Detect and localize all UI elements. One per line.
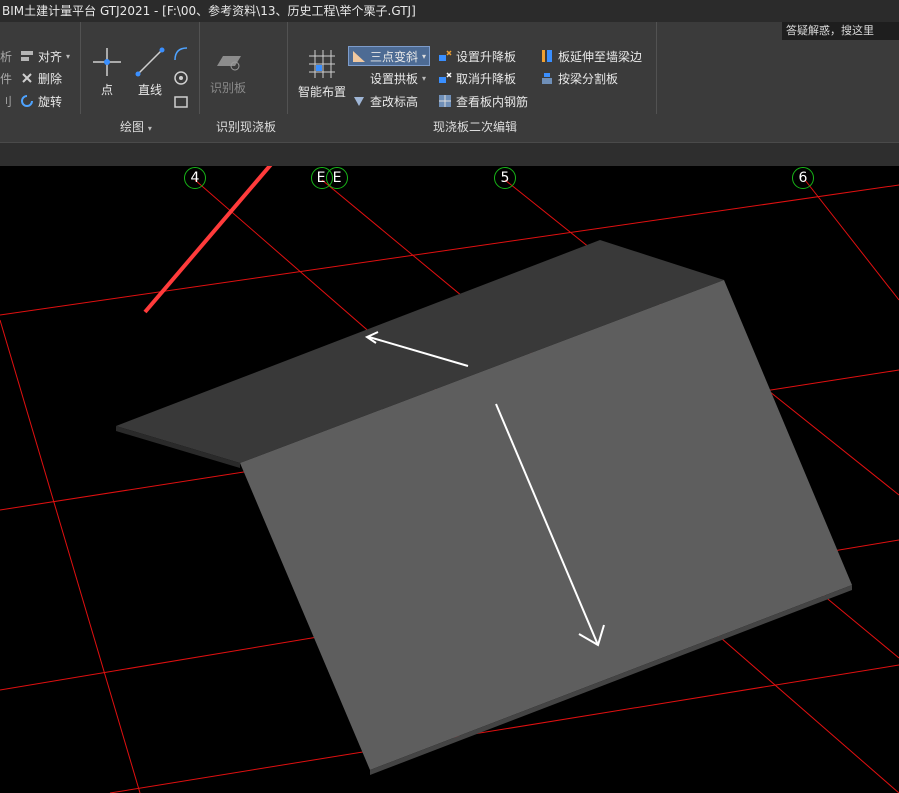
rectangle-icon bbox=[174, 96, 188, 108]
chevron-down-icon: ▾ bbox=[147, 124, 152, 133]
circle-button[interactable] bbox=[173, 70, 189, 90]
smart-layout-label: 智能布置 bbox=[297, 85, 346, 99]
line-label: 直线 bbox=[137, 83, 162, 97]
delete-icon bbox=[20, 71, 34, 85]
cancel-raise-lower-icon bbox=[438, 71, 452, 85]
split-by-beam-icon bbox=[540, 71, 554, 85]
window-title: BIM土建计量平台 GTJ2021 - [F:\00、参考资料\13、历史工程\… bbox=[2, 4, 416, 18]
circle-icon bbox=[174, 71, 188, 85]
extend-slab-button[interactable]: 板延伸至墙梁边 bbox=[540, 46, 642, 66]
3d-viewport[interactable]: 4 E E 5 6 bbox=[0, 166, 899, 793]
identify-slab-label: 识别板 bbox=[209, 81, 246, 95]
raise-lower-label: 设置升降板 bbox=[456, 49, 517, 64]
partial-left-label: 析 bbox=[0, 49, 13, 64]
three-point-slope-button[interactable]: 三点变斜 ▾ bbox=[348, 46, 431, 66]
identify-slab-icon bbox=[217, 56, 241, 71]
cancel-raise-lower-label: 取消升降板 bbox=[456, 71, 517, 86]
chevron-down-icon: ▾ bbox=[422, 73, 427, 83]
partial-left-label: 件 bbox=[0, 71, 13, 86]
line-button[interactable]: 直线 bbox=[132, 46, 168, 98]
viewport-canvas bbox=[0, 166, 899, 793]
ribbon-separator bbox=[287, 22, 288, 114]
point-label: 点 bbox=[100, 83, 113, 97]
extend-slab-label: 板延伸至墙梁边 bbox=[558, 49, 643, 64]
partial-left-label: 刂 bbox=[0, 94, 13, 109]
elevation-icon bbox=[352, 94, 366, 108]
elevation-label: 查改标高 bbox=[370, 94, 419, 109]
elevation-button[interactable]: 查改标高 bbox=[352, 91, 418, 111]
slab-edit-group-label: 现浇板二次编辑 bbox=[433, 120, 518, 134]
ribbon-separator bbox=[656, 22, 657, 114]
ribbon-separator bbox=[199, 22, 200, 114]
raise-lower-button[interactable]: 设置升降板 bbox=[438, 46, 516, 66]
ribbon-separator bbox=[80, 22, 81, 114]
help-search-input[interactable]: 答疑解惑，搜这里 bbox=[782, 22, 899, 40]
identify-slab-button[interactable]: 识别板 bbox=[206, 50, 250, 96]
identify-group-label: 识别现浇板 bbox=[216, 120, 277, 134]
axis-label-4: 4 bbox=[190, 170, 200, 186]
title-bar: BIM土建计量平台 GTJ2021 - [F:\00、参考资料\13、历史工程\… bbox=[0, 0, 899, 22]
arc-icon bbox=[174, 47, 188, 61]
arch-slab-icon bbox=[352, 71, 366, 85]
ribbon-bottom-strip bbox=[0, 142, 899, 167]
axis-label-e2: E bbox=[332, 170, 342, 186]
axis-label-6: 6 bbox=[798, 170, 808, 186]
smart-layout-button[interactable]: 智能布置 bbox=[296, 48, 348, 100]
cancel-raise-lower-button[interactable]: 取消升降板 bbox=[438, 68, 516, 88]
rotate-label: 旋转 bbox=[38, 94, 63, 109]
align-icon bbox=[20, 49, 34, 63]
line-icon bbox=[135, 47, 165, 77]
rebar-view-button[interactable]: 查看板内钢筋 bbox=[438, 91, 528, 111]
draw-group-title: 绘图 bbox=[120, 120, 145, 134]
arch-slab-label: 设置拱板 bbox=[370, 71, 419, 86]
axis-label-5: 5 bbox=[500, 170, 510, 186]
chevron-down-icon: ▾ bbox=[422, 51, 427, 61]
point-icon bbox=[93, 48, 121, 76]
three-point-slope-label: 三点变斜 bbox=[370, 49, 419, 64]
arc-button[interactable] bbox=[173, 46, 189, 66]
align-label: 对齐 bbox=[38, 49, 63, 64]
rebar-view-icon bbox=[438, 94, 452, 108]
three-point-slope-icon bbox=[352, 49, 366, 63]
delete-label: 删除 bbox=[38, 71, 63, 86]
split-by-beam-button[interactable]: 按梁分割板 bbox=[540, 68, 618, 88]
arch-slab-button[interactable]: 设置拱板 ▾ bbox=[352, 68, 426, 88]
rebar-view-label: 查看板内钢筋 bbox=[456, 94, 529, 109]
delete-button[interactable]: 件 删除 bbox=[0, 68, 62, 88]
align-button[interactable]: 析 对齐 ▾ bbox=[0, 46, 70, 66]
rectangle-button[interactable] bbox=[173, 94, 189, 114]
extend-slab-icon bbox=[540, 49, 554, 63]
split-by-beam-label: 按梁分割板 bbox=[558, 71, 619, 86]
point-button[interactable]: 点 bbox=[88, 46, 126, 98]
chevron-down-icon: ▾ bbox=[66, 51, 71, 61]
draw-group-label[interactable]: 绘图 ▾ bbox=[120, 118, 152, 135]
rotate-button[interactable]: 刂 旋转 bbox=[0, 91, 62, 111]
rotate-icon bbox=[20, 94, 34, 108]
raise-lower-icon bbox=[438, 49, 452, 63]
grid-layout-icon bbox=[309, 50, 335, 78]
